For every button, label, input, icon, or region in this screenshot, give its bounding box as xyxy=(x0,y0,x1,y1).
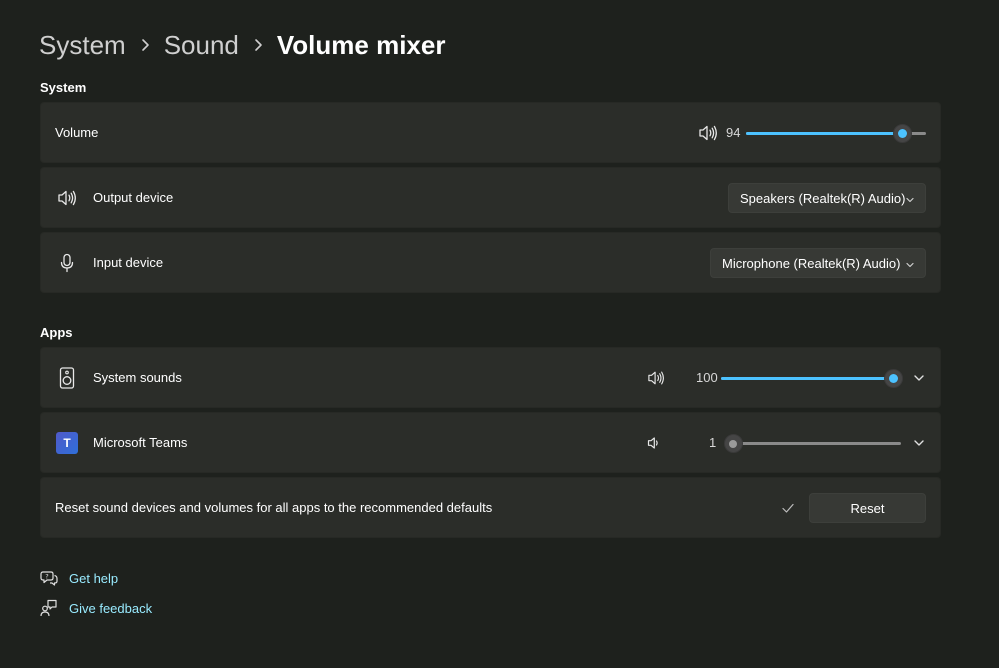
get-help-link[interactable]: ? Get help xyxy=(39,568,118,588)
expand-chevron-icon[interactable] xyxy=(909,348,929,407)
svg-text:?: ? xyxy=(45,573,48,581)
get-help-text[interactable]: Get help xyxy=(69,571,118,586)
input-device-selected: Microphone (Realtek(R) Audio) xyxy=(722,255,901,271)
app-row-system-sounds: System sounds 100 xyxy=(40,347,941,408)
input-device-label: Input device xyxy=(93,255,164,270)
section-title-apps: Apps xyxy=(40,325,73,340)
speaker-icon[interactable] xyxy=(696,103,720,162)
slider-track xyxy=(731,442,901,445)
breadcrumb: System Sound Volume mixer xyxy=(39,28,445,62)
speaker-low-icon[interactable] xyxy=(642,413,666,472)
teams-logo-icon: T xyxy=(55,413,79,472)
slider-fill xyxy=(746,132,902,135)
speaker-icon xyxy=(55,168,79,227)
output-device-selected: Speakers (Realtek(R) Audio) xyxy=(740,190,906,206)
app-volume-slider[interactable] xyxy=(723,433,901,453)
give-feedback-text[interactable]: Give feedback xyxy=(69,601,152,616)
slider-thumb[interactable] xyxy=(723,434,743,453)
reset-card: Reset sound devices and volumes for all … xyxy=(40,477,941,538)
expand-chevron-icon[interactable] xyxy=(909,413,929,472)
app-volume-slider[interactable] xyxy=(721,368,903,388)
app-volume-value: 100 xyxy=(696,370,718,385)
reset-button[interactable]: Reset xyxy=(809,493,926,523)
chevron-right-icon xyxy=(239,38,277,52)
chevron-down-icon xyxy=(905,193,915,208)
chevron-right-icon xyxy=(126,38,164,52)
output-device-card: Output device Speakers (Realtek(R) Audio… xyxy=(40,167,941,228)
output-device-label: Output device xyxy=(93,190,174,205)
microphone-icon xyxy=(55,233,79,292)
slider-thumb[interactable] xyxy=(892,124,912,143)
app-row-microsoft-teams: T Microsoft Teams 1 xyxy=(40,412,941,473)
checkmark-icon xyxy=(776,478,800,537)
app-volume-value: 1 xyxy=(709,435,717,450)
speaker-box-icon xyxy=(55,348,79,407)
chevron-down-icon xyxy=(905,258,915,273)
give-feedback-link[interactable]: Give feedback xyxy=(39,598,152,618)
breadcrumb-sound[interactable]: Sound xyxy=(164,30,239,61)
input-device-dropdown[interactable]: Microphone (Realtek(R) Audio) xyxy=(710,248,926,278)
help-chat-icon: ? xyxy=(39,568,59,588)
speaker-icon[interactable] xyxy=(644,348,668,407)
reset-description: Reset sound devices and volumes for all … xyxy=(55,500,493,515)
volume-label: Volume xyxy=(55,125,99,140)
volume-card: Volume 94 xyxy=(40,102,941,163)
volume-value: 94 xyxy=(726,125,741,140)
volume-slider[interactable] xyxy=(746,123,926,143)
input-device-card: Input device Microphone (Realtek(R) Audi… xyxy=(40,232,941,293)
feedback-icon xyxy=(39,598,59,618)
section-title-system: System xyxy=(40,80,87,95)
slider-fill xyxy=(721,377,893,380)
page-title: Volume mixer xyxy=(276,29,446,60)
slider-thumb[interactable] xyxy=(883,369,903,388)
breadcrumb-system[interactable]: System xyxy=(39,30,126,61)
app-name: System sounds xyxy=(93,370,182,385)
app-name: Microsoft Teams xyxy=(93,435,188,450)
output-device-dropdown[interactable]: Speakers (Realtek(R) Audio) xyxy=(728,183,926,213)
